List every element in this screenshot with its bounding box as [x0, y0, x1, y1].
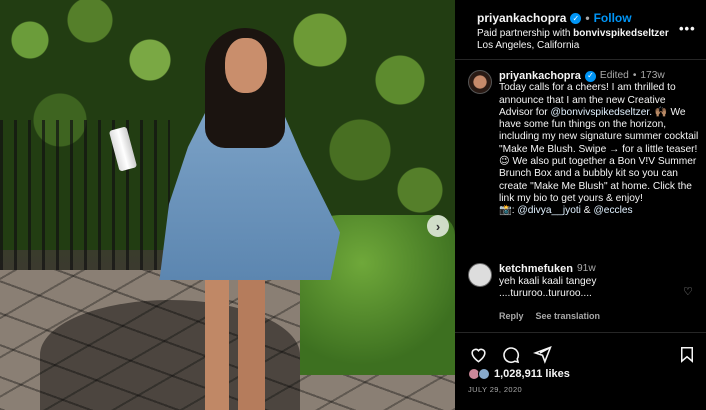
- avatar[interactable]: [468, 263, 492, 287]
- mention-partner[interactable]: @bonvivspikedseltzer.: [551, 107, 653, 118]
- post-header: priyankachopra ✓ • Follow Paid partnersh…: [455, 0, 706, 60]
- follow-button[interactable]: Follow: [594, 11, 632, 25]
- post-photo[interactable]: ›: [0, 0, 455, 410]
- header-user-row: priyankachopra ✓ • Follow: [477, 11, 632, 25]
- partner-link[interactable]: bonvivspikedseltzer: [573, 28, 669, 39]
- chevron-right-icon: ›: [435, 218, 441, 234]
- comment: ketchmefuken 91w yeh kaali kaali tangey …: [468, 263, 700, 322]
- comment-actions: Reply See translation: [499, 310, 700, 323]
- bookmark-icon[interactable]: [677, 344, 697, 364]
- caption-emoji-2: 😉: [499, 156, 510, 168]
- action-bar: 1,028,911 likes JULY 29, 2020: [455, 332, 706, 410]
- mention-photographer-2[interactable]: @eccles: [593, 205, 632, 216]
- post-side-panel: priyankachopra ✓ • Follow Paid partnersh…: [455, 0, 706, 410]
- avatar[interactable]: [468, 70, 492, 94]
- photo-person-face: [225, 38, 267, 93]
- see-translation-button[interactable]: See translation: [536, 310, 601, 323]
- comment-icon[interactable]: [500, 344, 520, 364]
- caption-age[interactable]: 173w: [640, 70, 664, 82]
- heart-outline-icon[interactable]: ♡: [683, 285, 693, 298]
- verified-badge-icon: ✓: [584, 70, 596, 82]
- header-username[interactable]: priyankachopra: [477, 11, 566, 25]
- credit-and: &: [583, 205, 591, 217]
- post-date: JULY 29, 2020: [468, 385, 523, 394]
- caption-emoji-1: 🙌🏽: [654, 106, 668, 118]
- edited-label: Edited: [599, 70, 629, 81]
- photo-person-legs: [205, 275, 265, 410]
- caption-text-3: We also put together a Bon V!V Summer Br…: [499, 156, 697, 204]
- paid-partnership-line: Paid partnership with bonvivspikedseltze…: [477, 28, 669, 39]
- comment-text-1: yeh kaali kaali tangey: [499, 275, 597, 287]
- verified-badge-icon: ✓: [570, 12, 582, 24]
- more-horizontal-icon[interactable]: •••: [679, 21, 696, 36]
- comment-age[interactable]: 91w: [577, 263, 596, 276]
- likes-count[interactable]: 1,028,911 likes: [494, 368, 570, 380]
- likes-row[interactable]: 1,028,911 likes: [468, 368, 570, 380]
- partnership-prefix: Paid partnership with: [477, 28, 571, 39]
- share-icon[interactable]: [532, 344, 552, 364]
- comment-header: ketchmefuken 91w: [499, 263, 700, 276]
- camera-emoji: 📸: [499, 205, 512, 217]
- caption: priyankachopra ✓ Edited • 173w Today cal…: [468, 70, 700, 218]
- action-icons: [468, 344, 552, 364]
- heart-icon[interactable]: [468, 344, 488, 364]
- caption-header: priyankachopra ✓ Edited • 173w: [499, 70, 700, 82]
- caption-body: priyankachopra ✓ Edited • 173w Today cal…: [499, 70, 700, 218]
- credit-separator: :: [511, 205, 515, 217]
- location-link[interactable]: Los Angeles, California: [477, 40, 579, 51]
- comment-body: ketchmefuken 91w yeh kaali kaali tangey …: [499, 263, 700, 322]
- liker-avatar: [478, 368, 490, 380]
- comment-username[interactable]: ketchmefuken: [499, 263, 573, 276]
- photo-fence: [0, 120, 170, 290]
- caption-username[interactable]: priyankachopra: [499, 70, 581, 82]
- comment-text-2: ....tururoo..tururoo....: [499, 288, 592, 299]
- header-dot: •: [585, 11, 590, 25]
- caption-dot: •: [632, 70, 637, 81]
- mention-photographer-1[interactable]: @divya__jyoti: [517, 205, 581, 216]
- next-photo-button[interactable]: ›: [427, 215, 449, 237]
- reply-button[interactable]: Reply: [499, 310, 524, 323]
